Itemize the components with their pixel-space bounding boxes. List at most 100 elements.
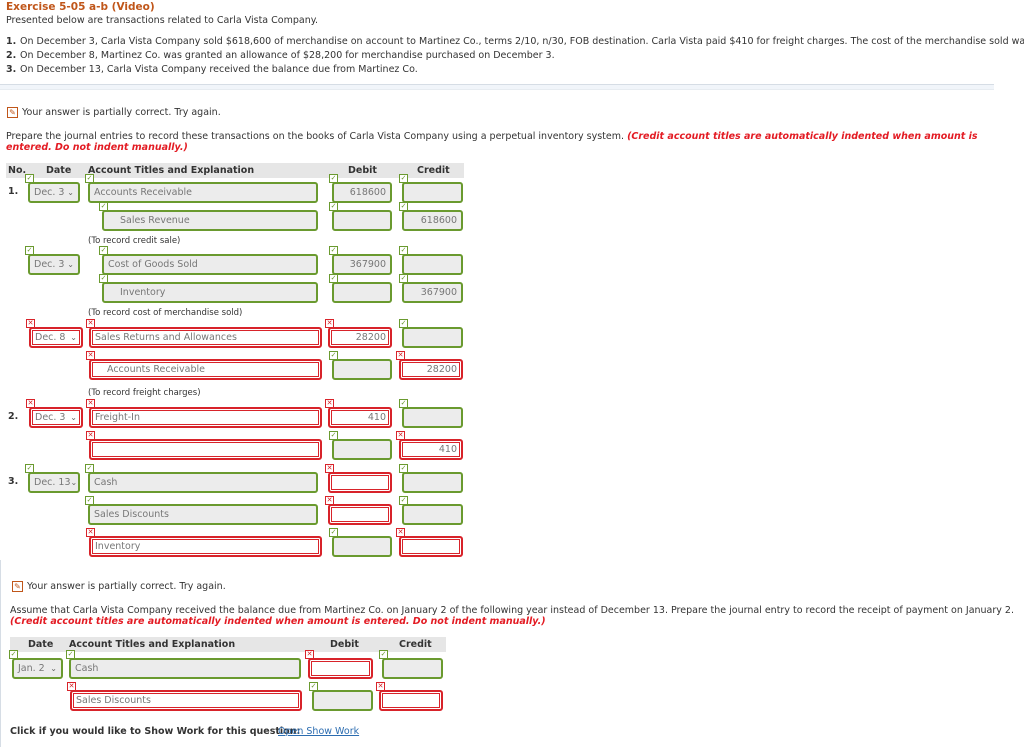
check-icon: ✓ <box>329 431 338 440</box>
account-title-input[interactable]: Freight-In <box>89 407 322 428</box>
debit-input[interactable] <box>332 359 392 380</box>
debit-input[interactable] <box>308 658 373 679</box>
check-icon: ✓ <box>99 274 108 283</box>
debit-input[interactable]: 28200 <box>328 327 392 348</box>
date-select-value: Dec. 3 <box>34 187 65 198</box>
credit-input[interactable] <box>402 472 463 493</box>
credit-input[interactable] <box>399 536 463 557</box>
date-select[interactable]: Dec. 8 ⌄ <box>29 327 83 348</box>
account-title-input[interactable]: Sales Discounts <box>70 690 302 711</box>
check-icon: ✓ <box>399 274 408 283</box>
credit-input[interactable]: 367900 <box>402 282 463 303</box>
credit-input-value: 618600 <box>420 215 457 226</box>
credit-input[interactable]: 28200 <box>399 359 463 380</box>
credit-input[interactable]: 410 <box>399 439 463 460</box>
column-header-date: Date <box>46 165 72 176</box>
credit-input[interactable] <box>402 182 463 203</box>
account-title-input[interactable]: Sales Revenue <box>102 210 318 231</box>
pencil-icon: ✎ <box>12 581 23 592</box>
transaction-number: 1. <box>6 36 17 47</box>
entry-number: 1. <box>8 186 19 197</box>
instructions: Prepare the journal entries to record th… <box>6 131 1006 153</box>
check-icon: ✓ <box>85 464 94 473</box>
account-title-input-value: Sales Discounts <box>76 695 151 706</box>
account-title-input[interactable]: Inventory <box>89 536 322 557</box>
account-title-input[interactable] <box>89 439 322 460</box>
credit-input-value: 367900 <box>420 287 457 298</box>
debit-input[interactable] <box>332 439 392 460</box>
section-border <box>0 560 1 747</box>
check-icon: ✓ <box>329 174 338 183</box>
account-title-input-value: Cost of Goods Sold <box>108 259 198 270</box>
x-icon: ✕ <box>325 319 334 328</box>
open-show-work-link[interactable]: Open Show Work <box>278 726 359 737</box>
chevron-down-icon: ⌄ <box>70 333 77 342</box>
account-title-input[interactable]: Cost of Goods Sold <box>102 254 318 275</box>
debit-input[interactable] <box>328 472 392 493</box>
account-title-input-value: Accounts Receivable <box>94 187 193 198</box>
debit-input[interactable] <box>328 504 392 525</box>
x-icon: ✕ <box>26 399 35 408</box>
exercise-title: Exercise 5-05 a-b (Video) <box>6 1 155 13</box>
debit-input-value: 618600 <box>349 187 386 198</box>
column-header-debit: Debit <box>348 165 377 176</box>
account-title-input-value: Cash <box>75 663 99 674</box>
debit-input[interactable]: 618600 <box>332 182 392 203</box>
credit-input[interactable] <box>402 504 463 525</box>
check-icon: ✓ <box>85 496 94 505</box>
account-title-input[interactable]: Accounts Receivable <box>88 182 318 203</box>
credit-input[interactable] <box>402 327 463 348</box>
transaction-number: 2. <box>6 50 17 61</box>
check-icon: ✓ <box>329 246 338 255</box>
debit-input-value: 410 <box>367 412 386 423</box>
status-text: Your answer is partially correct. Try ag… <box>27 581 226 592</box>
debit-input[interactable] <box>332 210 392 231</box>
account-title-input[interactable]: Sales Returns and Allowances <box>89 327 322 348</box>
intro-text: Presented below are transactions related… <box>6 15 318 26</box>
account-title-input[interactable]: Cash <box>69 658 301 679</box>
debit-input[interactable]: 367900 <box>332 254 392 275</box>
credit-input[interactable]: 618600 <box>402 210 463 231</box>
debit-input-value: 28200 <box>355 332 386 343</box>
credit-input[interactable] <box>382 658 443 679</box>
check-icon: ✓ <box>329 274 338 283</box>
debit-input[interactable] <box>312 690 373 711</box>
check-icon: ✓ <box>399 202 408 211</box>
debit-input[interactable]: 410 <box>328 407 392 428</box>
date-select[interactable]: Dec. 3 ⌄ <box>28 182 80 203</box>
date-select[interactable]: Jan. 2 ⌄ <box>12 658 63 679</box>
check-icon: ✓ <box>25 246 34 255</box>
status-message: ✎ Your answer is partially correct. Try … <box>12 581 226 592</box>
column-header-debit: Debit <box>330 639 359 650</box>
section-divider <box>0 84 994 90</box>
debit-input[interactable] <box>332 536 392 557</box>
chevron-down-icon: ⌄ <box>50 664 57 673</box>
column-header-credit: Credit <box>417 165 450 176</box>
account-title-input[interactable]: Cash <box>88 472 318 493</box>
credit-input[interactable] <box>402 254 463 275</box>
transaction-text: On December 8, Martinez Co. was granted … <box>20 50 555 61</box>
x-icon: ✕ <box>325 496 334 505</box>
debit-input[interactable] <box>332 282 392 303</box>
date-select[interactable]: Dec. 13 ⌄ <box>28 472 80 493</box>
entry-number: 3. <box>8 476 19 487</box>
x-icon: ✕ <box>325 464 334 473</box>
account-title-input[interactable]: Sales Discounts <box>88 504 318 525</box>
account-title-input-value: Inventory <box>95 541 141 552</box>
date-select[interactable]: Dec. 3 ⌄ <box>28 254 80 275</box>
check-icon: ✓ <box>399 174 408 183</box>
account-title-input[interactable]: Inventory <box>102 282 318 303</box>
column-header-account: Account Titles and Explanation <box>69 639 236 650</box>
column-header-date: Date <box>28 639 54 650</box>
date-select-value: Dec. 8 <box>35 332 66 343</box>
credit-input[interactable] <box>379 690 443 711</box>
date-select[interactable]: Dec. 3 ⌄ <box>29 407 83 428</box>
account-title-input[interactable]: Accounts Receivable <box>89 359 322 380</box>
credit-input[interactable] <box>402 407 463 428</box>
check-icon: ✓ <box>99 202 108 211</box>
account-title-input-value: Inventory <box>120 287 166 298</box>
x-icon: ✕ <box>325 399 334 408</box>
check-icon: ✓ <box>25 174 34 183</box>
debit-input-value: 367900 <box>349 259 386 270</box>
account-title-input-value: Sales Returns and Allowances <box>95 332 237 343</box>
